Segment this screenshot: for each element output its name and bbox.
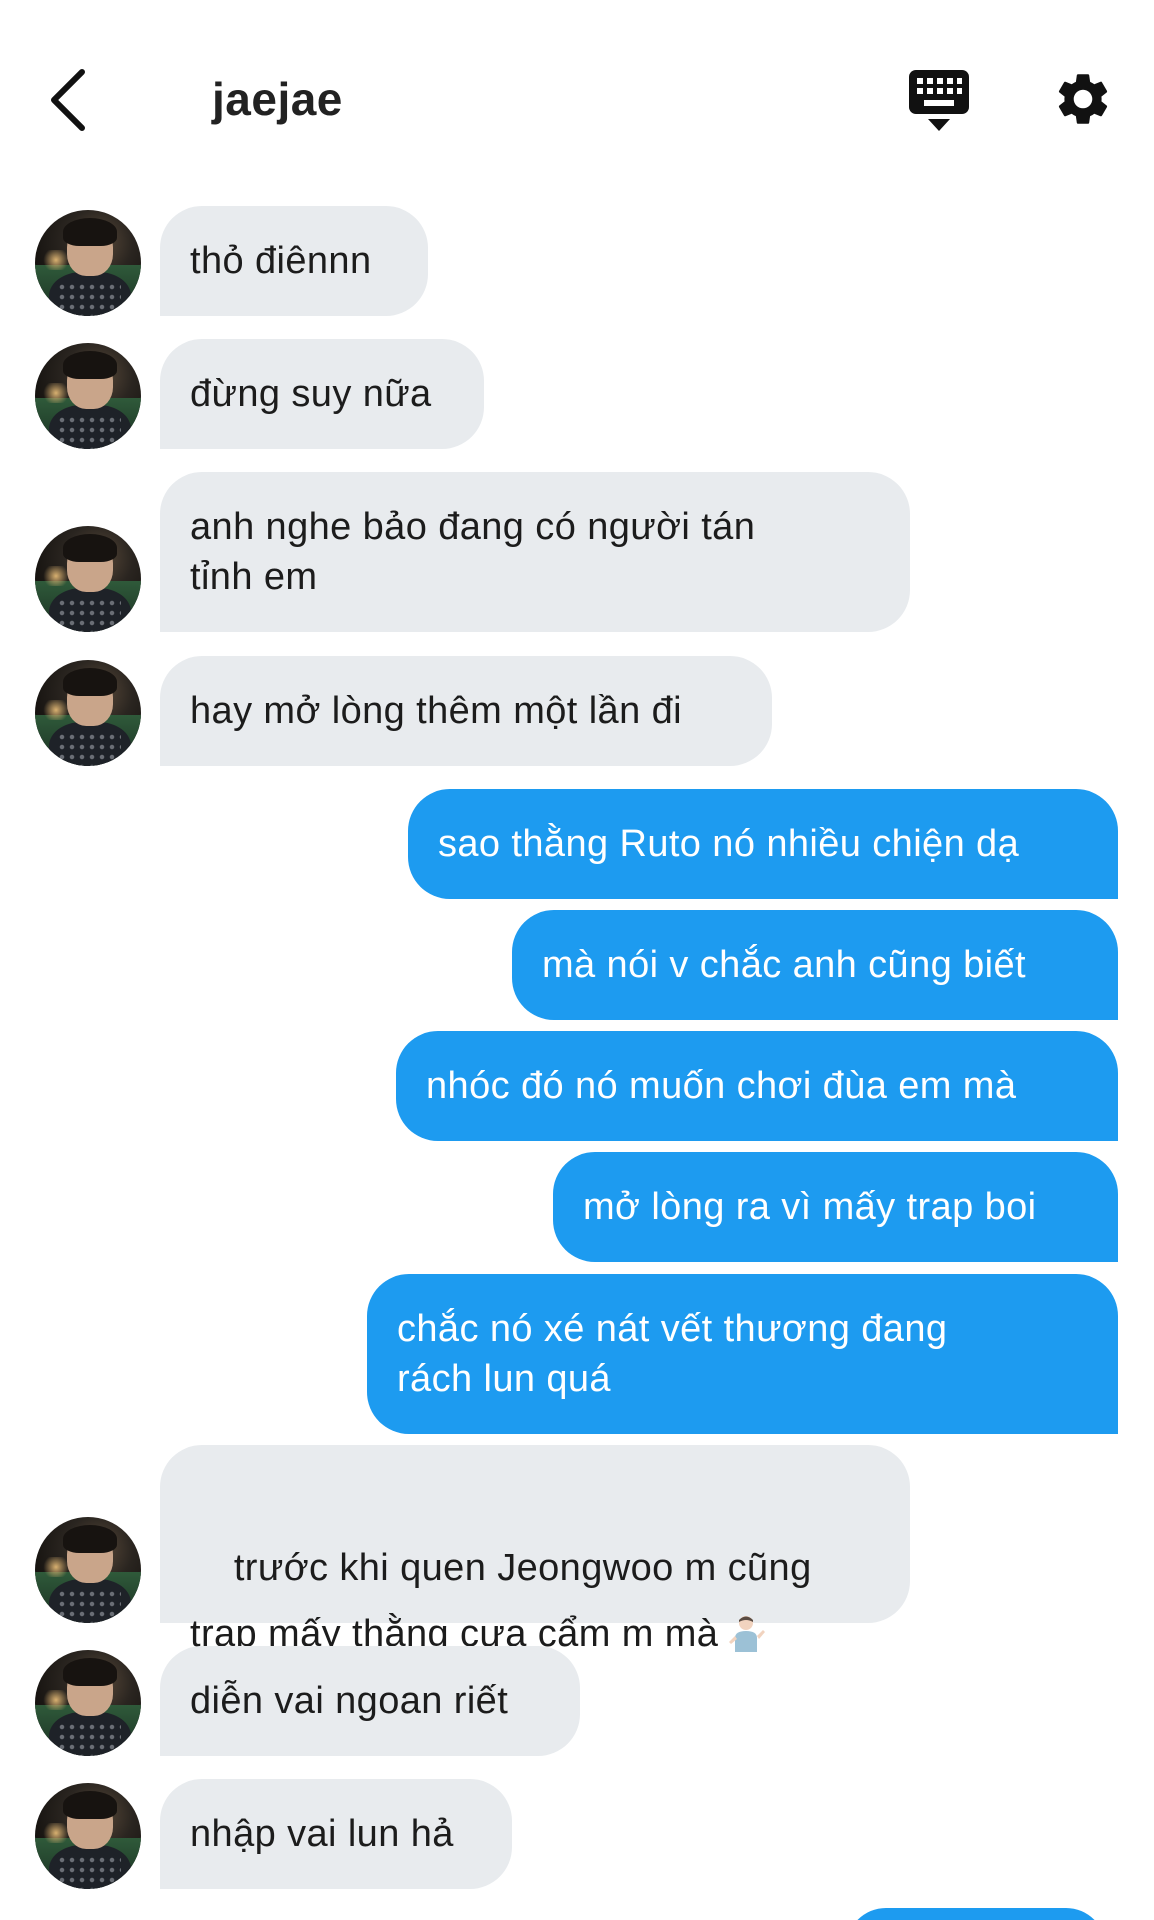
message-bubble-incoming[interactable]: diễn vai ngoan riết	[160, 1646, 580, 1756]
message-bubble-incoming[interactable]: trước khi quen Jeongwoo m cũng trap mấy …	[160, 1445, 910, 1655]
avatar[interactable]	[35, 210, 141, 316]
chat-screen: jaejae thỏ điênnn đừng suy nữa anh nghe …	[0, 0, 1154, 1920]
avatar[interactable]	[35, 1783, 141, 1889]
message-bubble-incoming[interactable]: đừng suy nữa	[160, 339, 484, 449]
message-bubble-incoming[interactable]: thỏ điênnn	[160, 206, 428, 316]
message-bubble-outgoing[interactable]: nhóc đó nó muốn chơi đùa em mà	[396, 1031, 1118, 1141]
message-text: trước khi quen Jeongwoo m cũng trap mấy …	[190, 1547, 812, 1655]
message-bubble-outgoing[interactable]: mà nói v chắc anh cũng biết	[512, 910, 1118, 1020]
person-shrugging-icon	[729, 1616, 766, 1652]
chevron-left-icon	[51, 69, 85, 131]
keyboard-icon	[909, 70, 969, 131]
message-bubble-outgoing-partial[interactable]	[846, 1908, 1106, 1920]
gear-icon	[1058, 74, 1108, 124]
avatar[interactable]	[35, 526, 141, 632]
keyboard-button[interactable]	[906, 68, 972, 134]
settings-button[interactable]	[1052, 68, 1114, 130]
message-bubble-incoming[interactable]: anh nghe bảo đang có người tán tỉnh em	[160, 472, 910, 632]
message-bubble-outgoing[interactable]: mở lòng ra vì mấy trap boi	[553, 1152, 1118, 1262]
avatar[interactable]	[35, 1517, 141, 1623]
avatar[interactable]	[35, 1650, 141, 1756]
avatar[interactable]	[35, 343, 141, 449]
message-bubble-outgoing[interactable]: chắc nó xé nát vết thương đang rách lun …	[367, 1274, 1118, 1434]
message-bubble-outgoing[interactable]: sao thằng Ruto nó nhiều chiện dạ	[408, 789, 1118, 899]
chat-header: jaejae	[0, 0, 1154, 180]
conversation-title: jaejae	[212, 73, 343, 125]
avatar[interactable]	[35, 660, 141, 766]
back-button[interactable]	[38, 62, 98, 138]
message-bubble-incoming[interactable]: hay mở lòng thêm một lần đi	[160, 656, 772, 766]
message-bubble-incoming[interactable]: nhập vai lun hả	[160, 1779, 512, 1889]
